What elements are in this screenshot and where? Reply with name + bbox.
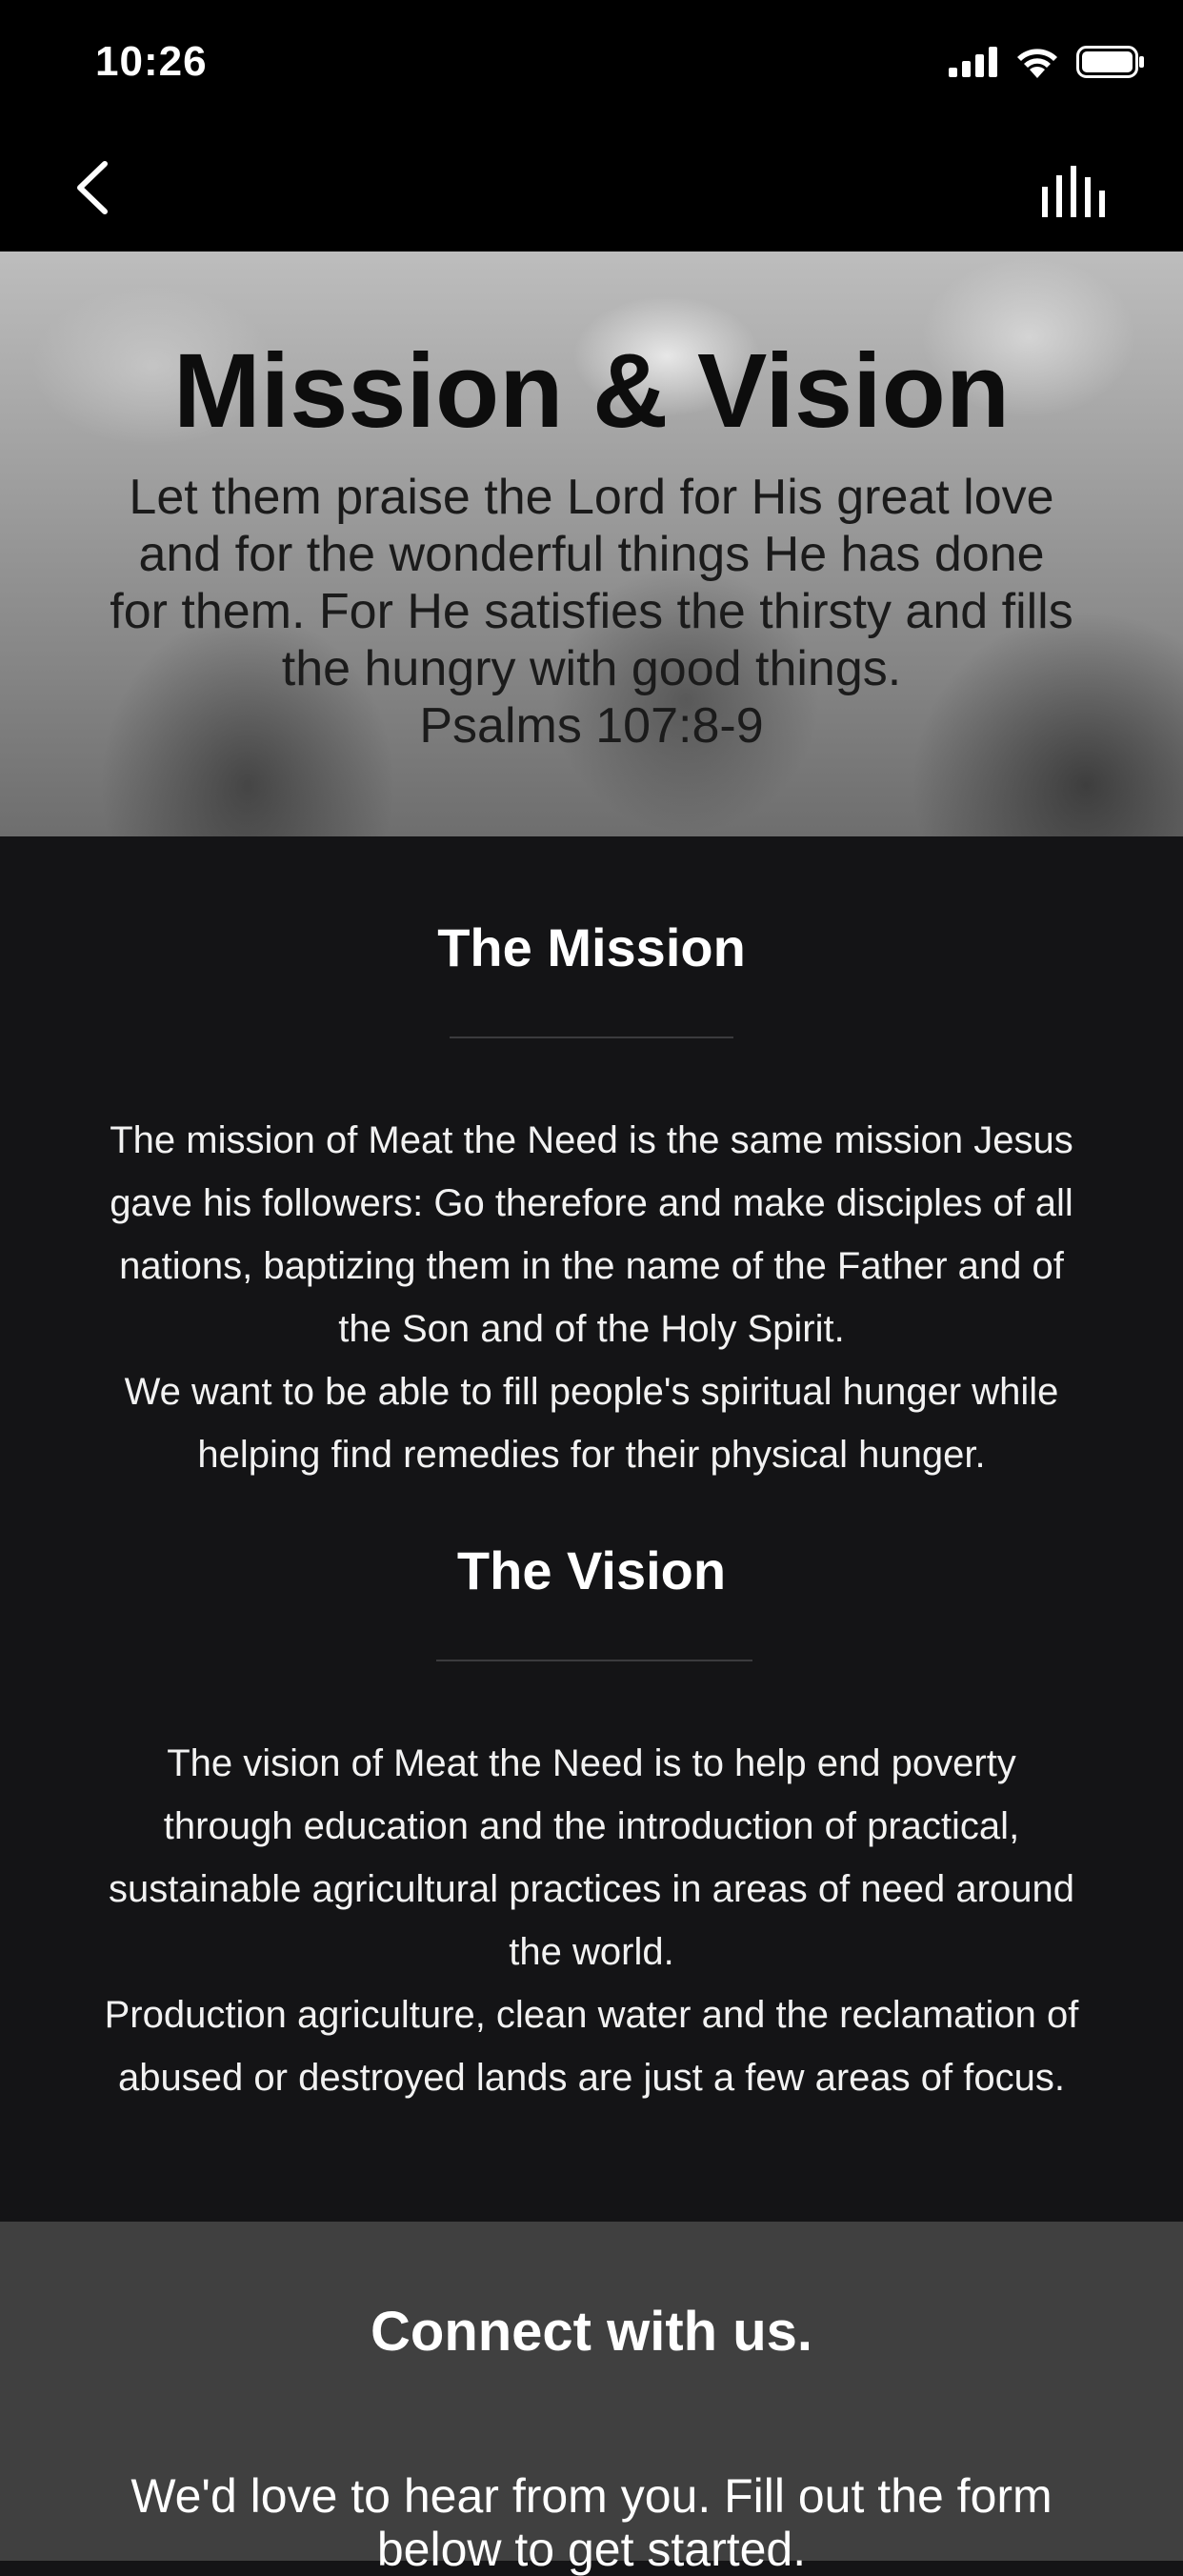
vision-line: through education and the introduction o… (163, 1805, 1020, 1847)
vision-line: Production agriculture, clean water and … (104, 1994, 1079, 2036)
quote-line: the hungry with good things. (281, 641, 902, 696)
page-title: Mission & Vision (172, 332, 1011, 450)
mission-section: The Mission (0, 916, 1183, 978)
quote-line: for them. For He satisfies the thirsty a… (110, 584, 1073, 639)
vision-line: the world. (509, 1931, 674, 1973)
connect-line: below to get started. (376, 2523, 807, 2576)
mission-divider (450, 1036, 733, 1038)
mission-line: gave his followers: Go therefore and mak… (110, 1182, 1073, 1224)
hero-banner: Mission & Vision Let them praise the Lor… (0, 252, 1183, 836)
mission-heading: The Mission (437, 917, 746, 977)
vision-line: abused or destroyed lands are just a few… (118, 2057, 1065, 2099)
status-time: 10:26 (95, 38, 208, 85)
wifi-icon (1017, 49, 1057, 78)
vision-heading: The Vision (456, 1540, 727, 1600)
connect-section: Connect with us. We'd love to hear from … (0, 2222, 1183, 2576)
back-button[interactable] (67, 154, 124, 221)
audio-button[interactable] (1040, 164, 1116, 221)
mission-line: nations, baptizing them in the name of t… (119, 1245, 1064, 1287)
mission-line: The mission of Meat the Need is the same… (110, 1119, 1073, 1161)
connect-heading: Connect with us. (371, 2301, 812, 2363)
mission-line: helping find remedies for their physical… (197, 1434, 986, 1476)
status-bar: 10:26 (0, 0, 1183, 126)
cellular-signal-icon (949, 47, 997, 77)
mission-line: We want to be able to fill people's spir… (124, 1371, 1059, 1413)
vision-line: sustainable agricultural practices in ar… (109, 1868, 1074, 1910)
vision-section: The Vision (0, 1540, 1183, 1601)
mission-text: The mission of Meat the Need is the same… (38, 1109, 1145, 1486)
vision-line: The vision of Meat the Need is to help e… (167, 1742, 1016, 1784)
audio-bars-icon (1042, 166, 1105, 217)
vision-text: The vision of Meat the Need is to help e… (38, 1732, 1145, 2109)
connect-text: We'd love to hear from you. Fill out the… (76, 2469, 1107, 2576)
chevron-left-icon (77, 161, 108, 214)
connect-line: We'd love to hear from you. Fill out the… (130, 2469, 1053, 2523)
quote-line: and for the wonderful things He has done (138, 527, 1045, 582)
scripture-reference: Psalms 107:8-9 (419, 698, 764, 754)
vision-divider (436, 1660, 752, 1661)
mission-line: the Son and of the Holy Spirit. (338, 1308, 845, 1350)
navigation-bar (0, 126, 1183, 252)
status-icons (949, 46, 1145, 78)
quote-line: Let them praise the Lord for His great l… (129, 470, 1054, 525)
scripture-quote: Let them praise the Lord for His great l… (0, 469, 1183, 755)
battery-icon (1076, 46, 1144, 78)
